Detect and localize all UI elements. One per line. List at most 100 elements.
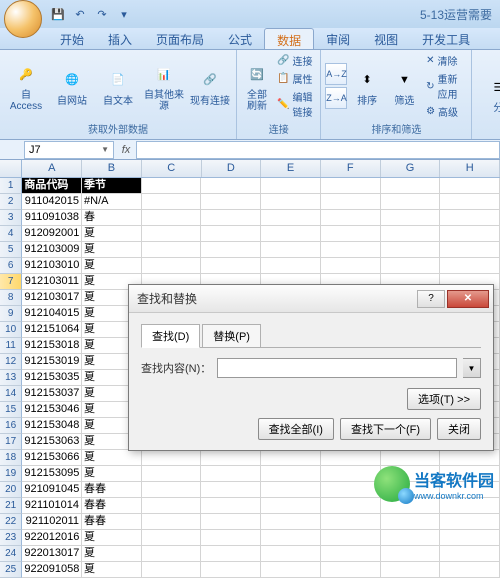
cell[interactable] [261,530,321,546]
cell[interactable]: 921091045 [22,482,82,498]
cell[interactable] [142,450,202,466]
cell[interactable] [142,226,202,242]
cell[interactable] [261,466,321,482]
from-other-button[interactable]: 📊自其他来源 [142,58,186,114]
cell[interactable]: 春 [82,210,142,226]
cell[interactable] [381,514,441,530]
tab-data[interactable]: 数据 [264,28,314,49]
cell[interactable] [440,530,500,546]
cell[interactable] [142,466,202,482]
cell[interactable] [201,210,261,226]
cell[interactable] [142,194,202,210]
row-head[interactable]: 23 [0,530,22,546]
row-head[interactable]: 19 [0,466,22,482]
row-head[interactable]: 20 [0,482,22,498]
cell[interactable] [381,226,441,242]
cell[interactable] [440,258,500,274]
row-head[interactable]: 2 [0,194,22,210]
cell[interactable] [321,226,381,242]
row-head[interactable]: 8 [0,290,22,306]
col-head-A[interactable]: A [22,160,82,177]
row-head[interactable]: 7 [0,274,22,290]
cell[interactable] [261,194,321,210]
col-head-C[interactable]: C [142,160,202,177]
save-icon[interactable]: 💾 [48,4,68,24]
find-tab[interactable]: 查找(D) [141,324,200,348]
cell[interactable] [201,450,261,466]
cell[interactable] [321,194,381,210]
properties-button[interactable]: 📋属性 [275,70,316,87]
cell[interactable]: 911091038 [22,210,82,226]
cell[interactable] [201,546,261,562]
cell[interactable] [261,258,321,274]
filter-button[interactable]: ▼筛选 [387,64,422,109]
cell[interactable]: 912103017 [22,290,82,306]
row-head[interactable]: 9 [0,306,22,322]
cell[interactable]: 夏 [82,450,142,466]
row-head[interactable]: 3 [0,210,22,226]
cell[interactable] [142,546,202,562]
cell[interactable] [321,498,381,514]
cell[interactable] [142,530,202,546]
existing-connections-button[interactable]: 🔗现有连接 [188,64,232,109]
cell[interactable]: 夏 [82,258,142,274]
cell[interactable] [201,498,261,514]
cell[interactable]: 912151064 [22,322,82,338]
dialog-help-button[interactable]: ? [417,290,445,308]
cell[interactable] [201,178,261,194]
reapply-button[interactable]: ↻重新应用 [424,70,467,102]
row-head[interactable]: 22 [0,514,22,530]
cell[interactable] [381,562,441,578]
fx-button[interactable]: fx [118,142,134,158]
row-head[interactable]: 13 [0,370,22,386]
cell[interactable] [261,226,321,242]
connections-button[interactable]: 🔗连接 [275,52,316,69]
col-head-B[interactable]: B [82,160,142,177]
cell[interactable] [440,194,500,210]
row-head[interactable]: 17 [0,434,22,450]
cell[interactable] [142,498,202,514]
cell[interactable] [381,258,441,274]
cell[interactable] [440,450,500,466]
cell[interactable] [261,562,321,578]
advanced-button[interactable]: ⚙高级 [424,103,467,120]
cell[interactable]: 922013017 [22,546,82,562]
cell[interactable] [261,546,321,562]
cell[interactable] [440,178,500,194]
cell[interactable] [201,466,261,482]
row-head[interactable]: 10 [0,322,22,338]
cell[interactable] [440,226,500,242]
cell[interactable] [261,514,321,530]
find-all-button[interactable]: 查找全部(I) [258,418,334,440]
cell[interactable] [142,562,202,578]
cell[interactable] [321,242,381,258]
cell[interactable] [142,242,202,258]
cell[interactable]: 夏 [82,242,142,258]
tab-insert[interactable]: 插入 [96,28,144,49]
cell[interactable]: 912153035 [22,370,82,386]
col-head-H[interactable]: H [440,160,500,177]
cell[interactable]: 912153037 [22,386,82,402]
find-input[interactable] [217,358,457,378]
cell[interactable] [142,178,202,194]
dialog-close-button[interactable]: ✕ [447,290,489,308]
cell[interactable]: 春春 [82,514,142,530]
from-web-button[interactable]: 🌐自网站 [50,64,94,109]
cell[interactable]: 921102011 [22,514,82,530]
cell[interactable] [381,210,441,226]
cell[interactable] [261,242,321,258]
tab-formulas[interactable]: 公式 [216,28,264,49]
cell[interactable] [201,514,261,530]
cell[interactable] [261,178,321,194]
cell[interactable] [201,562,261,578]
cell[interactable] [440,242,500,258]
dialog-close-btn[interactable]: 关闭 [437,418,481,440]
cell[interactable] [321,546,381,562]
cell[interactable]: 911042015 [22,194,82,210]
cell[interactable] [201,242,261,258]
redo-icon[interactable]: ↷ [92,4,112,24]
name-box[interactable]: J7 ▼ [24,141,114,159]
row-head[interactable]: 4 [0,226,22,242]
cell[interactable]: 季节 [82,178,142,194]
cell[interactable]: 912103010 [22,258,82,274]
